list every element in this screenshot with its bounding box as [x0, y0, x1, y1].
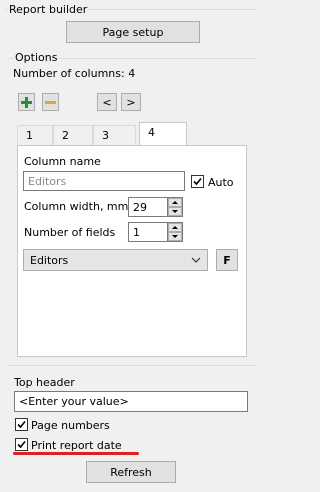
column-name-label: Column name — [24, 155, 101, 168]
arrow-down-icon — [172, 235, 178, 238]
tab-2[interactable]: 2 — [53, 125, 93, 145]
column-width-value: 29 — [133, 200, 147, 214]
field-select[interactable]: Editors — [23, 249, 208, 271]
column-name-placeholder: Editors — [28, 174, 67, 188]
number-of-fields-value: 1 — [133, 225, 140, 239]
tab-4[interactable]: 4 — [139, 122, 187, 145]
number-of-fields-spinner[interactable] — [167, 222, 183, 242]
checkmark-icon — [17, 440, 26, 449]
column-name-field[interactable]: Editors — [23, 171, 185, 191]
refresh-button[interactable]: Refresh — [86, 461, 176, 483]
tab-3[interactable]: 3 — [93, 125, 136, 145]
add-column-button[interactable] — [18, 93, 35, 111]
orange-minus-icon — [45, 100, 56, 104]
arrow-down-icon — [172, 210, 178, 213]
number-of-fields-input[interactable]: 1 — [128, 222, 168, 242]
top-header-label: Top header — [14, 376, 75, 389]
auto-checkbox[interactable] — [191, 175, 204, 188]
number-of-fields-label: Number of fields — [24, 226, 116, 239]
column-width-label: Column width, mm — [24, 200, 129, 213]
prev-column-button[interactable]: < — [97, 93, 117, 111]
spin-down-button[interactable] — [168, 232, 182, 241]
options-title: Options — [14, 51, 59, 64]
checkmark-icon — [17, 420, 26, 429]
column-width-spinner[interactable] — [167, 197, 183, 217]
auto-label: Auto — [208, 176, 234, 189]
page-setup-button[interactable]: Page setup — [66, 21, 200, 43]
chevron-down-icon — [191, 257, 201, 263]
spin-down-button[interactable] — [168, 207, 182, 216]
spin-up-button[interactable] — [168, 223, 182, 232]
green-plus-icon — [21, 96, 32, 108]
arrow-up-icon — [172, 226, 178, 229]
columns-count-label: Number of columns: 4 — [13, 67, 136, 80]
column-tabs: 1 2 3 4 — [17, 122, 247, 145]
page-numbers-label: Page numbers — [31, 419, 110, 432]
report-builder-title: Report builder — [8, 3, 89, 16]
next-column-button[interactable]: > — [121, 93, 141, 111]
top-header-input[interactable]: <Enter your value> — [14, 391, 248, 412]
highlight-underline — [13, 452, 139, 455]
remove-column-button[interactable] — [42, 93, 59, 111]
print-report-date-checkbox[interactable] — [15, 438, 28, 451]
checkmark-icon — [193, 177, 202, 186]
tab-1[interactable]: 1 — [17, 125, 53, 145]
arrow-up-icon — [172, 201, 178, 204]
print-report-date-label: Print report date — [31, 439, 122, 452]
column-width-input[interactable]: 29 — [128, 197, 168, 217]
page-numbers-checkbox[interactable] — [15, 418, 28, 431]
spin-up-button[interactable] — [168, 198, 182, 207]
format-button[interactable]: F — [216, 249, 238, 271]
field-select-value: Editors — [30, 253, 69, 267]
top-header-value: <Enter your value> — [19, 395, 129, 408]
